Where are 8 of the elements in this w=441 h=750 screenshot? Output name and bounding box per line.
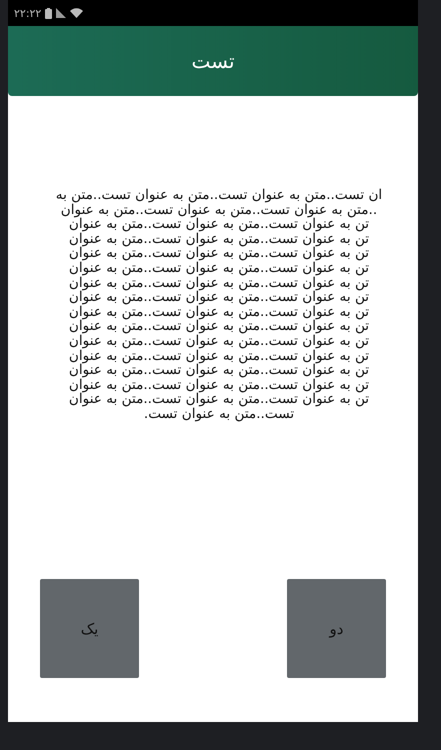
signal-icon xyxy=(56,8,66,18)
wifi-icon xyxy=(70,8,84,18)
status-time: ۲۲:۲۲ xyxy=(14,6,42,20)
square-button[interactable]: یک xyxy=(40,579,139,678)
square-button[interactable]: دو xyxy=(287,579,386,678)
battery-icon xyxy=(45,8,52,18)
header-title: تست xyxy=(191,49,235,73)
body-paragraph: ان تست..متن به عنوان تست..متن به عنوان تست..متن به ..متن به عنوان تست..متن به عنوان تست..متن به عنوان تن به عنوان تست..متن به عنوان تست..متن به عنوان تن به عنوان تست..متن به عنوان تست..متن به عنوان تن به عنوان تست..متن به عنوان تست..متن به عنوان تن به عنوان تست..متن به عنوان تست..متن به عنوان تن به عنوان تست..متن به عنوان تست..متن به عنوان تن به عنوان تست..متن به عنوان تست..متن به عنوان تن به عنوان تست..متن به عنوان تست..متن به عنوان تن به عنوان تست..متن به عنوان تست..متن به عنوان تن به عنوان تست..متن به عنوان تست..متن به عنوان تن به عنوان تست..متن به عنوان تست..متن به عنوان تن به عنوان تست..متن به عنوان تست..متن به عنوان تن به عنوان تست..متن به عنوان تست..متن به عنوان تن به عنوان تست..متن به عنوان تست..متن به عنوان تست..متن به عنوان تست. xyxy=(56,188,382,422)
